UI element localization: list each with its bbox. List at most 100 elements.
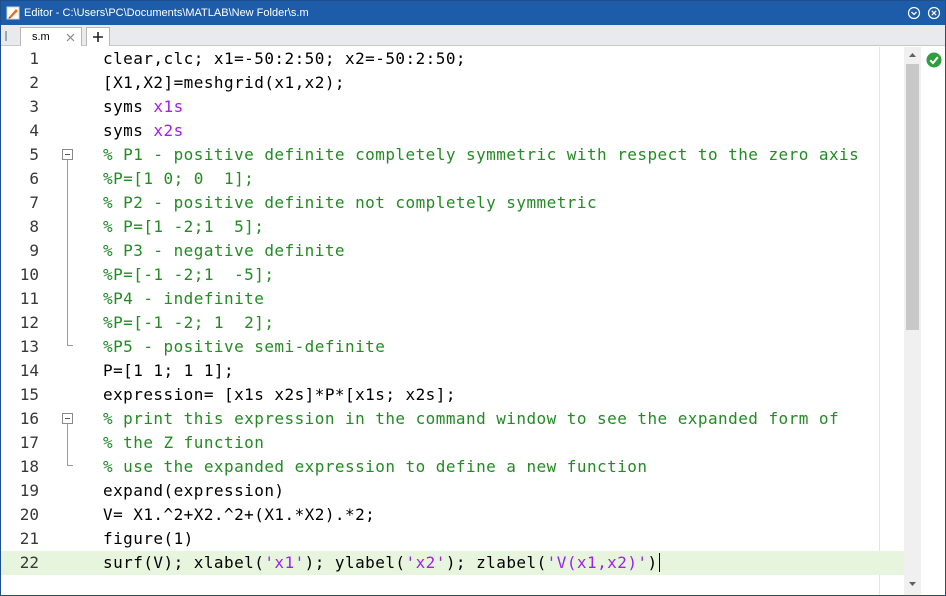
line-number[interactable]: 4	[1, 119, 39, 143]
line-number[interactable]: 18	[1, 455, 39, 479]
code-line[interactable]: 15 expression= [x1s x2s]*P*[x1s; x2s];	[1, 383, 904, 407]
line-number[interactable]: 8	[1, 215, 39, 239]
line-number[interactable]: 13	[1, 335, 39, 359]
code-token: surf(V); xlabel(	[103, 553, 265, 572]
code-token: P=[1 1; 1 1];	[103, 361, 235, 380]
code-line[interactable]: 7 % P2 - positive definite not completely…	[1, 191, 904, 215]
code-line[interactable]: 1 clear,clc; x1=-50:2:50; x2=-50:2:50;	[1, 47, 904, 71]
scrollbar-thumb[interactable]	[906, 64, 919, 330]
tab-s-m[interactable]: s.m	[20, 27, 82, 46]
code-line[interactable]: 19 expand(expression)	[1, 479, 904, 503]
code-line[interactable]: 13 %P5 - positive semi-definite	[1, 335, 904, 359]
code-comment: %P5 - positive semi-definite	[103, 337, 386, 356]
code-comment: % P1 - positive definite completely symm…	[103, 145, 860, 164]
code-text[interactable]: surf(V); xlabel('x1'); ylabel('x2'); zla…	[103, 551, 660, 575]
code-text[interactable]: figure(1)	[103, 527, 194, 551]
code-line[interactable]: 16 % print this expression in the command…	[1, 407, 904, 431]
code-text[interactable]: %P=[1 0; 0 1];	[103, 167, 254, 191]
line-number[interactable]: 20	[1, 503, 39, 527]
code-text[interactable]: % use the expanded expression to define …	[103, 455, 647, 479]
tab-bar: s.m	[1, 25, 945, 46]
line-number[interactable]: 17	[1, 431, 39, 455]
code-token: expression= [x1s x2s]*P*[x1s; x2s];	[103, 385, 456, 404]
code-token: V= X1.^2+X2.^2+(X1.*X2).*2;	[103, 505, 376, 524]
code-comment: % P2 - positive definite not completely …	[103, 193, 598, 212]
line-number[interactable]: 7	[1, 191, 39, 215]
code-line[interactable]: 20 V= X1.^2+X2.^2+(X1.*X2).*2;	[1, 503, 904, 527]
line-number[interactable]: 16	[1, 407, 39, 431]
line-number[interactable]: 3	[1, 95, 39, 119]
code-text[interactable]: syms x1s	[103, 95, 184, 119]
code-text[interactable]: % P3 - negative definite	[103, 239, 345, 263]
fold-toggle-icon[interactable]	[62, 149, 73, 160]
fold-guide-end	[67, 465, 73, 466]
code-string: 'x1'	[264, 553, 305, 572]
code-text[interactable]: % P1 - positive definite completely symm…	[103, 143, 859, 167]
line-number[interactable]: 1	[1, 47, 39, 71]
fold-toggle-icon[interactable]	[62, 413, 73, 424]
check-circle-icon[interactable]	[926, 52, 942, 68]
line-number[interactable]: 6	[1, 167, 39, 191]
code-line[interactable]: 2 [X1,X2]=meshgrid(x1,x2);	[1, 71, 904, 95]
line-number[interactable]: 22	[1, 551, 39, 575]
code-token: syms	[103, 97, 154, 116]
code-text[interactable]: %P=[-1 -2; 1 2];	[103, 311, 274, 335]
tab-close-icon[interactable]	[65, 32, 76, 43]
code-line[interactable]: 10 %P=[-1 -2;1 -5];	[1, 263, 904, 287]
line-number[interactable]: 19	[1, 479, 39, 503]
code-line[interactable]: 14 P=[1 1; 1 1];	[1, 359, 904, 383]
add-tab-button[interactable]	[86, 27, 110, 46]
editor-window: Editor - C:\Users\PC\Documents\MATLAB\Ne…	[0, 0, 946, 596]
code-text[interactable]: expression= [x1s x2s]*P*[x1s; x2s];	[103, 383, 456, 407]
scroll-up-icon[interactable]	[904, 49, 921, 61]
code-string: 'x2'	[405, 553, 446, 572]
line-number[interactable]: 5	[1, 143, 39, 167]
code-line[interactable]: 22 surf(V); xlabel('x1'); ylabel('x2'); z…	[1, 551, 904, 575]
title-bar[interactable]: Editor - C:\Users\PC\Documents\MATLAB\Ne…	[1, 1, 945, 25]
code-text[interactable]: V= X1.^2+X2.^2+(X1.*X2).*2;	[103, 503, 375, 527]
code-editor[interactable]: 1 clear,clc; x1=-50:2:50; x2=-50:2:50; 2 [X…	[1, 47, 945, 595]
code-text[interactable]: expand(expression)	[103, 479, 285, 503]
code-comment: %P=[1 0; 0 1];	[103, 169, 255, 188]
code-text[interactable]: % P2 - positive definite not completely …	[103, 191, 597, 215]
code-text[interactable]: clear,clc; x1=-50:2:50; x2=-50:2:50;	[103, 47, 466, 71]
code-comment: % print this expression in the command w…	[103, 409, 840, 428]
fold-guide	[67, 424, 68, 466]
code-line[interactable]: 11 %P4 - indefinite	[1, 287, 904, 311]
line-number[interactable]: 21	[1, 527, 39, 551]
line-number[interactable]: 15	[1, 383, 39, 407]
scroll-down-icon[interactable]	[904, 578, 921, 590]
expand-icon[interactable]	[907, 6, 921, 20]
code-text[interactable]: % print this expression in the command w…	[103, 407, 839, 431]
close-icon[interactable]	[927, 6, 941, 20]
code-text[interactable]: %P=[-1 -2;1 -5];	[103, 263, 274, 287]
code-line[interactable]: 18 % use the expanded expression to defin…	[1, 455, 904, 479]
line-number[interactable]: 14	[1, 359, 39, 383]
code-token: ); ylabel(	[304, 553, 406, 572]
line-number[interactable]: 12	[1, 311, 39, 335]
code-text[interactable]: [X1,X2]=meshgrid(x1,x2);	[103, 71, 345, 95]
code-token: )	[647, 553, 658, 572]
code-text[interactable]: % the Z function	[103, 431, 264, 455]
code-text[interactable]: % P=[1 -2;1 5];	[103, 215, 264, 239]
matlab-editor-icon	[6, 6, 20, 20]
code-line[interactable]: 4 syms x2s	[1, 119, 904, 143]
line-number[interactable]: 2	[1, 71, 39, 95]
code-line[interactable]: 12 %P=[-1 -2; 1 2];	[1, 311, 904, 335]
code-line[interactable]: 5 % P1 - positive definite completely sym…	[1, 143, 904, 167]
code-line[interactable]: 17 % the Z function	[1, 431, 904, 455]
code-line[interactable]: 3 syms x1s	[1, 95, 904, 119]
line-number[interactable]: 9	[1, 239, 39, 263]
code-line[interactable]: 21 figure(1)	[1, 527, 904, 551]
code-token: ); zlabel(	[445, 553, 547, 572]
code-line[interactable]: 9 % P3 - negative definite	[1, 239, 904, 263]
code-line[interactable]: 6 %P=[1 0; 0 1];	[1, 167, 904, 191]
line-number[interactable]: 10	[1, 263, 39, 287]
code-text[interactable]: %P4 - indefinite	[103, 287, 264, 311]
code-text[interactable]: %P5 - positive semi-definite	[103, 335, 385, 359]
code-line[interactable]: 8 % P=[1 -2;1 5];	[1, 215, 904, 239]
code-text[interactable]: P=[1 1; 1 1];	[103, 359, 234, 383]
line-number[interactable]: 11	[1, 287, 39, 311]
code-text[interactable]: syms x2s	[103, 119, 184, 143]
code-symbol: x2s	[153, 121, 184, 140]
